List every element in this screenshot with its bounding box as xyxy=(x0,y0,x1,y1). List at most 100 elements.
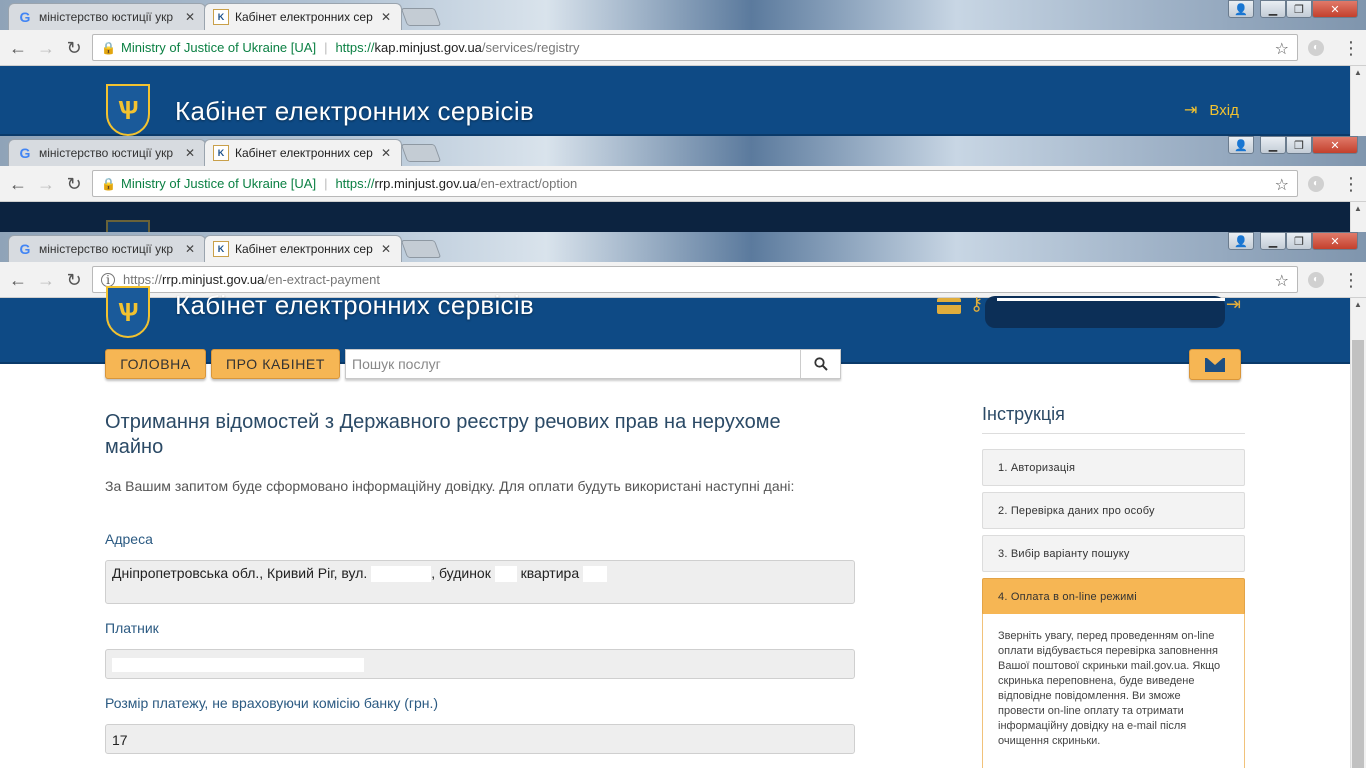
key-icon[interactable]: ⚷ xyxy=(970,294,983,315)
kes-icon: K xyxy=(213,241,229,257)
user-icon[interactable]: 👤 xyxy=(1228,232,1254,250)
star-icon[interactable]: ☆ xyxy=(1275,271,1289,291)
scrollbar[interactable]: ▲ xyxy=(1350,202,1366,232)
search-box xyxy=(345,349,841,379)
scroll-up-icon[interactable]: ▲ xyxy=(1350,66,1366,80)
trident-emblem: Ѱ xyxy=(106,84,150,136)
reload-icon[interactable]: ↻ xyxy=(64,38,84,58)
scrollbar[interactable]: ▲ xyxy=(1350,66,1366,136)
home-button[interactable]: ГОЛОВНА xyxy=(105,349,206,379)
extension-icon[interactable]: ◐ xyxy=(1308,176,1324,192)
scroll-up-icon[interactable]: ▲ xyxy=(1350,202,1366,216)
login-link[interactable]: ⇥ Вхід xyxy=(1184,100,1239,120)
page-title: Отримання відомостей з Державного реєстр… xyxy=(105,411,781,458)
step-online-payment[interactable]: 4. Оплата в on-line режимі xyxy=(982,578,1245,615)
site-header: Ѱ Кабінет електронних сервісів ⇥ Вхід xyxy=(0,66,1366,136)
star-icon[interactable]: ☆ xyxy=(1275,175,1289,195)
tab-kes[interactable]: K Кабінет електронних сер ✕ xyxy=(204,139,402,166)
window-controls: 👤 ▁ ❐ ✕ xyxy=(1228,0,1358,20)
scroll-up-icon[interactable]: ▲ xyxy=(1350,298,1366,312)
step-search-option[interactable]: 3. Вибір варіанту пошуку xyxy=(982,535,1245,572)
close-icon[interactable]: ✕ xyxy=(183,10,197,24)
back-icon[interactable]: ← xyxy=(8,38,28,58)
menu-icon[interactable]: ⋮ xyxy=(1342,38,1360,59)
amount-label: Розмір платежу, не враховуючи комісію ба… xyxy=(105,695,439,711)
step-authorization[interactable]: 1. Авторизація xyxy=(982,449,1245,486)
close-icon[interactable]: ✕ xyxy=(183,146,197,160)
close-icon[interactable]: ✕ xyxy=(183,242,197,256)
separator: | xyxy=(324,176,328,191)
window-controls: 👤 ▁ ❐ ✕ xyxy=(1228,232,1358,252)
maximize-button[interactable]: ❐ xyxy=(1286,136,1312,154)
step-description: Зверніть увагу, перед проведенням on-lin… xyxy=(982,614,1245,768)
secure-label: Ministry of Justice of Ukraine [UA] xyxy=(121,40,317,55)
search-icon[interactable] xyxy=(800,350,840,378)
tab-title: Кабінет електронних сер xyxy=(235,10,373,24)
close-window-button[interactable]: ✕ xyxy=(1312,232,1358,250)
new-tab-button[interactable] xyxy=(400,240,442,258)
minimize-button[interactable]: ▁ xyxy=(1260,0,1286,18)
intro-text: За Вашим запитом буде сформовано інформа… xyxy=(105,478,795,494)
back-icon[interactable]: ← xyxy=(8,174,28,194)
url-host: rrp.minjust.gov.ua xyxy=(374,176,477,191)
forward-icon[interactable]: → xyxy=(36,174,56,194)
tab-title: Кабінет електронних сер xyxy=(235,242,373,256)
menu-icon[interactable]: ⋮ xyxy=(1342,174,1360,195)
close-icon[interactable]: ✕ xyxy=(379,146,393,160)
tab-google-search[interactable]: G міністерство юстиції укр ✕ xyxy=(8,235,206,262)
address-bar[interactable]: 🔒 Ministry of Justice of Ukraine [UA] | … xyxy=(92,34,1298,61)
tab-title: міністерство юстиції укр xyxy=(39,10,173,24)
user-name-hidden xyxy=(997,298,1225,301)
close-icon[interactable]: ✕ xyxy=(379,242,393,256)
logout-icon[interactable]: ⇥ xyxy=(1226,294,1241,315)
extension-icon[interactable]: ◐ xyxy=(1308,40,1324,56)
forward-icon[interactable]: → xyxy=(36,270,56,290)
tab-title: Кабінет електронних сер xyxy=(235,146,373,160)
maximize-button[interactable]: ❐ xyxy=(1286,0,1312,18)
address-label: Адреса xyxy=(105,531,153,547)
tab-google-search[interactable]: G міністерство юстиції укр ✕ xyxy=(8,139,206,166)
back-icon[interactable]: ← xyxy=(8,270,28,290)
tab-kes[interactable]: K Кабінет електронних сер ✕ xyxy=(204,235,402,262)
user-icon[interactable]: 👤 xyxy=(1228,136,1254,154)
url-path: /en-extract-payment xyxy=(264,272,380,287)
minimize-button[interactable]: ▁ xyxy=(1260,136,1286,154)
close-icon[interactable]: ✕ xyxy=(379,10,393,24)
user-icon[interactable]: 👤 xyxy=(1228,0,1254,18)
close-window-button[interactable]: ✕ xyxy=(1312,136,1358,154)
maximize-button[interactable]: ❐ xyxy=(1286,232,1312,250)
google-icon: G xyxy=(19,9,31,25)
address-bar[interactable]: i https:// rrp.minjust.gov.ua /en-extrac… xyxy=(92,266,1298,293)
new-tab-button[interactable] xyxy=(400,144,442,162)
tab-google-search[interactable]: G міністерство юстиції укр ✕ xyxy=(8,3,206,30)
tab-kes[interactable]: K Кабінет електронних сер ✕ xyxy=(204,3,402,30)
about-button[interactable]: ПРО КАБІНЕТ xyxy=(211,349,340,379)
minimize-button[interactable]: ▁ xyxy=(1260,232,1286,250)
address-field: Дніпропетровська обл., Кривий Ріг, вул. … xyxy=(105,560,855,604)
forward-icon[interactable]: → xyxy=(36,38,56,58)
new-tab-button[interactable] xyxy=(400,8,442,26)
browser-toolbar: ← → ↻ 🔒 Ministry of Justice of Ukraine [… xyxy=(0,166,1366,202)
reload-icon[interactable]: ↻ xyxy=(64,270,84,290)
address-bar[interactable]: 🔒 Ministry of Justice of Ukraine [UA] | … xyxy=(92,170,1298,197)
search-input[interactable] xyxy=(346,350,802,378)
menu-icon[interactable]: ⋮ xyxy=(1342,270,1360,291)
lock-icon: 🔒 xyxy=(101,40,116,55)
login-icon: ⇥ xyxy=(1184,102,1198,119)
separator: | xyxy=(324,40,328,55)
mail-button[interactable] xyxy=(1189,349,1241,380)
address-text-region: Дніпропетровська обл., Кривий Ріг, вул. xyxy=(112,565,368,581)
info-icon[interactable]: i xyxy=(101,272,115,287)
lock-icon: 🔒 xyxy=(101,176,116,191)
extension-icon[interactable]: ◐ xyxy=(1308,272,1324,288)
tab-strip: G міністерство юстиції укр ✕ K Кабінет е… xyxy=(0,232,1366,262)
reload-icon[interactable]: ↻ xyxy=(64,174,84,194)
payer-label: Платник xyxy=(105,620,159,636)
close-window-button[interactable]: ✕ xyxy=(1312,0,1358,18)
scroll-thumb[interactable] xyxy=(1352,340,1364,768)
step-verify-person[interactable]: 2. Перевірка даних про особу xyxy=(982,492,1245,529)
star-icon[interactable]: ☆ xyxy=(1275,39,1289,59)
card-icon[interactable] xyxy=(937,298,961,314)
amount-field: 17 xyxy=(105,724,855,754)
scrollbar[interactable]: ▲ xyxy=(1350,298,1366,768)
